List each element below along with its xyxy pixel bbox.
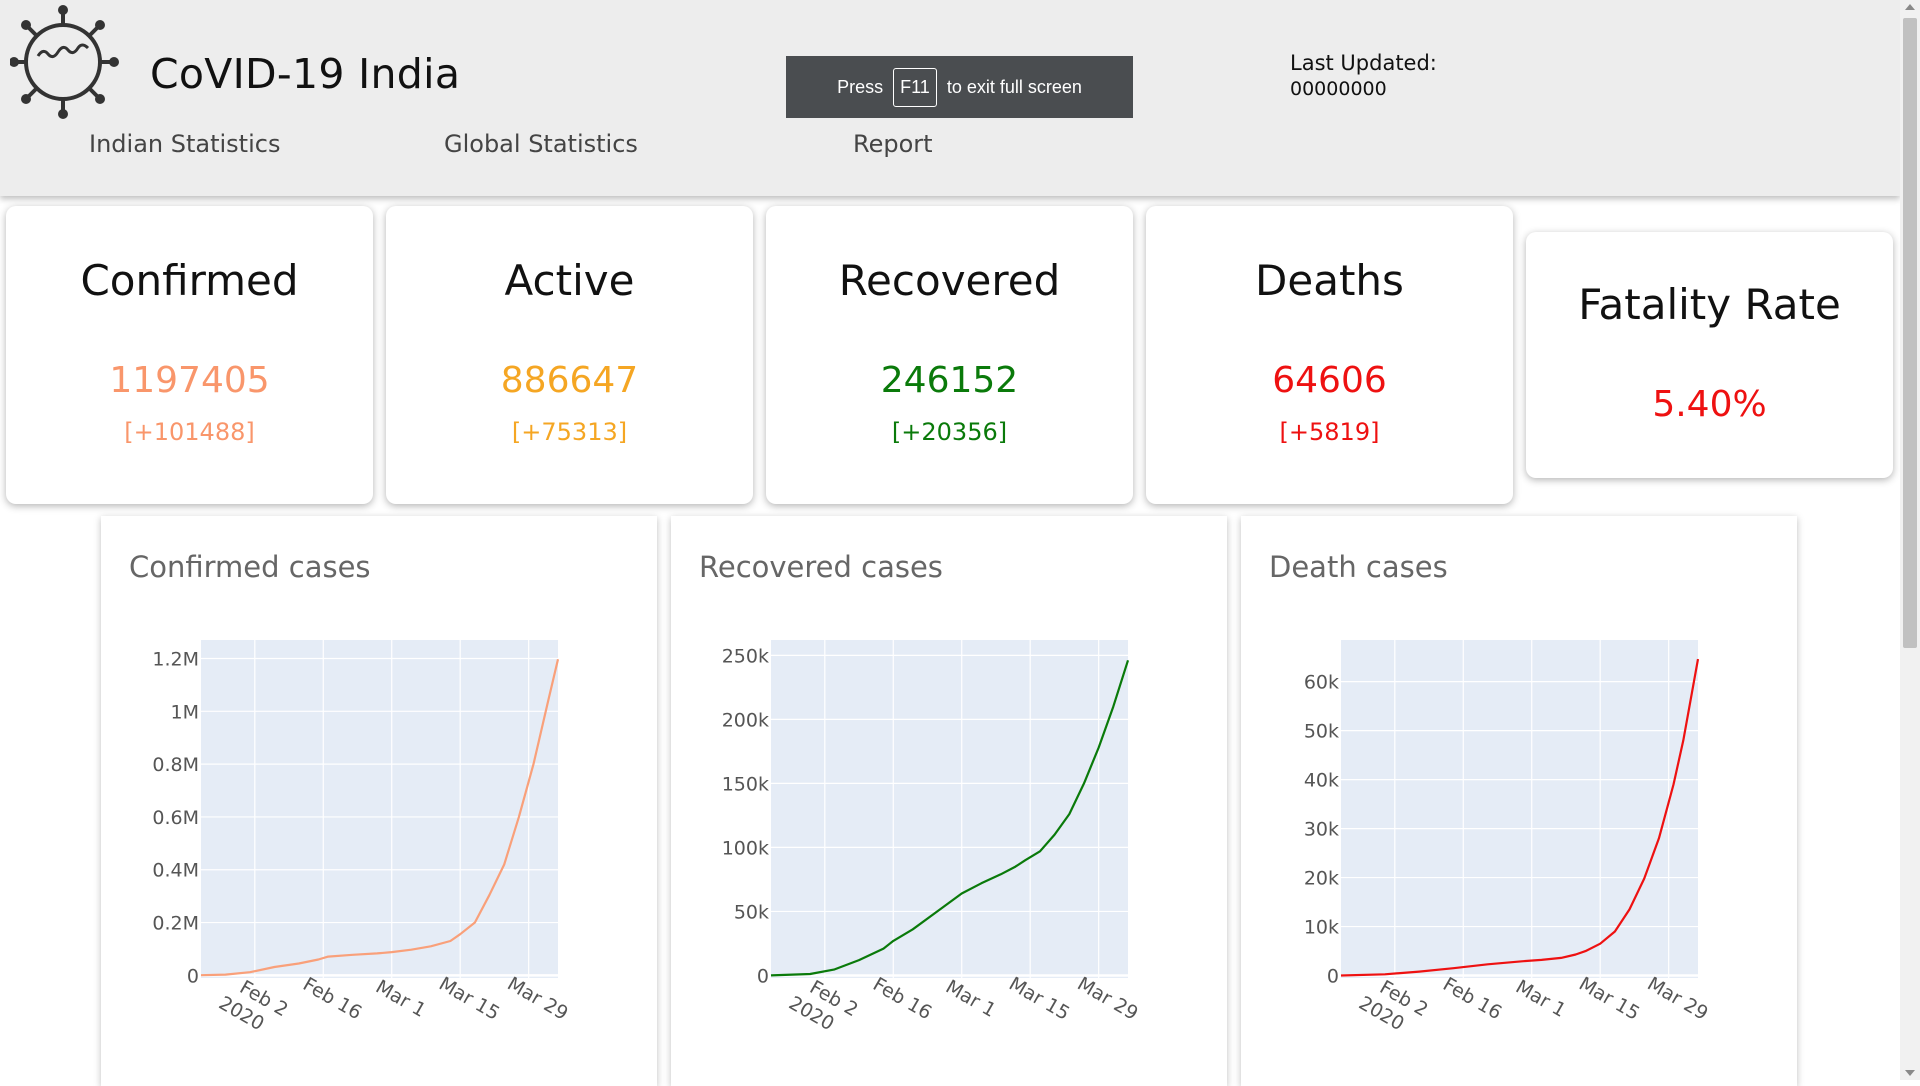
scroll-up-arrow-icon[interactable] [1905, 4, 1915, 10]
fullscreen-press-text: Press [837, 76, 884, 97]
recovered-cases-chart[interactable]: Feb 22020 Feb 16 Mar 1 Mar 15 Mar 29 0 50k 100k… [671, 516, 1227, 1086]
stat-card-confirmed: Confirmed 1197405 [+101488] [6, 206, 373, 504]
x-tick-label: Feb 22020 [1355, 971, 1432, 1042]
card-delta: [+5819] [1279, 418, 1380, 446]
y-tick-label: 40k [1304, 770, 1339, 792]
y-tick-label: 50k [1304, 721, 1339, 743]
stat-card-recovered: Recovered 246152 [+20356] [766, 206, 1133, 504]
card-value: 64606 [1272, 360, 1387, 401]
y-tick-label: 0.6M [152, 807, 199, 829]
app-title: CoVID-19 India [150, 50, 461, 98]
x-tick-label: Mar 29 [504, 973, 572, 1025]
nav-indian-statistics[interactable]: Indian Statistics [89, 130, 280, 158]
x-tick-label: Mar 29 [1644, 973, 1712, 1025]
card-value: 5.40% [1652, 384, 1767, 425]
chart-panel-recovered: Recovered cases Feb 22020 Feb 16 Mar 1 Mar … [671, 516, 1227, 1086]
y-tick-label: 0.8M [152, 754, 199, 776]
y-tick-label: 150k [722, 773, 769, 795]
nav-report[interactable]: Report [853, 130, 933, 158]
top-header: CoVID-19 India Indian Statistics Global … [0, 0, 1900, 196]
card-delta: [+101488] [124, 418, 255, 446]
card-title: Deaths [1255, 256, 1404, 305]
x-tick-label: Mar 29 [1074, 973, 1142, 1025]
y-tick-label: 0 [187, 965, 199, 987]
chart-panel-confirmed: Confirmed cases Feb 22020 Feb 16 Mar 1 Mar … [101, 516, 657, 1086]
card-value: 886647 [500, 360, 639, 401]
card-title: Fatality Rate [1578, 280, 1841, 329]
x-tick-label: Feb 22020 [215, 971, 292, 1042]
y-tick-label: 20k [1304, 868, 1339, 890]
last-updated-label: Last Updated: [1290, 51, 1437, 75]
virus-logo-icon [10, 5, 119, 119]
last-updated-value: 00000000 [1290, 78, 1387, 100]
y-tick-label: 0.4M [152, 860, 199, 882]
death-cases-chart[interactable]: Feb 22020 Feb 16 Mar 1 Mar 15 Mar 29 0 10k 20k 3… [1241, 516, 1797, 1086]
y-tick-label: 10k [1304, 917, 1339, 939]
y-tick-label: 1.2M [152, 648, 199, 670]
y-tick-label: 30k [1304, 819, 1339, 841]
y-tick-label: 0 [757, 965, 769, 987]
stat-card-active: Active 886647 [+75313] [386, 206, 753, 504]
x-tick-label: Mar 15 [1575, 973, 1643, 1025]
x-tick-label: Mar 15 [435, 973, 503, 1025]
y-tick-label: 200k [722, 709, 769, 731]
scroll-thumb[interactable] [1903, 18, 1917, 648]
card-title: Recovered [838, 256, 1061, 305]
y-tick-label: 1M [171, 701, 199, 723]
fullscreen-suffix-text: to exit full screen [946, 76, 1082, 97]
stat-card-deaths: Deaths 64606 [+5819] [1146, 206, 1513, 504]
x-tick-label: Mar 1 [942, 976, 1000, 1022]
nav-global-statistics[interactable]: Global Statistics [444, 130, 638, 158]
card-value: 1197405 [109, 360, 270, 401]
x-tick-label: Feb 16 [869, 973, 935, 1024]
x-tick-label: Mar 15 [1005, 973, 1073, 1025]
x-tick-label: Feb 22020 [785, 971, 862, 1042]
fullscreen-banner: Press F11 to exit full screen [786, 56, 1133, 118]
card-title: Active [504, 256, 635, 305]
card-value: 246152 [880, 360, 1019, 401]
x-tick-label: Feb 16 [299, 973, 365, 1024]
f11-key: F11 [893, 67, 937, 107]
chart-panel-deaths: Death cases Feb 22020 Feb 16 Mar 1 Mar 15 Ma… [1241, 516, 1797, 1086]
x-tick-label: Mar 1 [372, 976, 430, 1022]
y-tick-label: 50k [734, 901, 769, 923]
y-tick-label: 0 [1327, 966, 1339, 988]
card-delta: [+20356] [891, 418, 1008, 446]
page-scrollbar[interactable] [1900, 0, 1920, 1080]
y-tick-label: 60k [1304, 672, 1339, 694]
card-title: Confirmed [80, 256, 299, 305]
stat-card-fatality-rate: Fatality Rate 5.40% [1526, 232, 1893, 478]
scroll-down-arrow-icon[interactable] [1905, 1070, 1915, 1076]
confirmed-cases-chart[interactable]: Feb 22020 Feb 16 Mar 1 Mar 15 Mar 29 0 0.2M 0.4… [101, 516, 657, 1086]
y-tick-label: 0.2M [152, 913, 199, 935]
y-tick-label: 100k [722, 837, 769, 859]
x-tick-label: Mar 1 [1512, 976, 1570, 1022]
card-delta: [+75313] [511, 418, 628, 446]
x-tick-label: Feb 16 [1439, 973, 1505, 1024]
last-updated: Last Updated: 00000000 [1290, 50, 1437, 102]
y-tick-label: 250k [722, 645, 769, 667]
